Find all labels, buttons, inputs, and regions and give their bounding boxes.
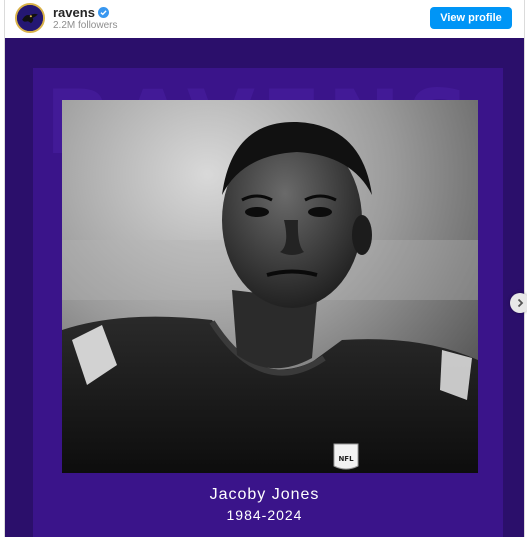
post-header: ravens 2.2M followers View profile: [5, 0, 524, 38]
player-photo: NFL: [62, 100, 478, 473]
follower-count: 2.2M followers: [53, 20, 118, 31]
nfl-shield-icon: NFL: [333, 443, 359, 470]
nfl-shield-text: NFL: [338, 455, 354, 463]
instagram-embed: ravens 2.2M followers View profile RAVEN…: [4, 0, 527, 537]
ravens-logo-icon[interactable]: [15, 3, 45, 33]
username[interactable]: ravens: [53, 5, 109, 20]
post-image[interactable]: RAVENS: [5, 38, 524, 537]
username-text[interactable]: ravens: [53, 5, 95, 20]
player-years: 1984-2024: [226, 507, 303, 523]
player-name: Jacoby Jones: [209, 486, 320, 503]
chevron-right-icon[interactable]: [510, 293, 527, 313]
view-profile-button[interactable]: View profile: [430, 7, 512, 29]
verified-badge-icon: [97, 7, 109, 18]
